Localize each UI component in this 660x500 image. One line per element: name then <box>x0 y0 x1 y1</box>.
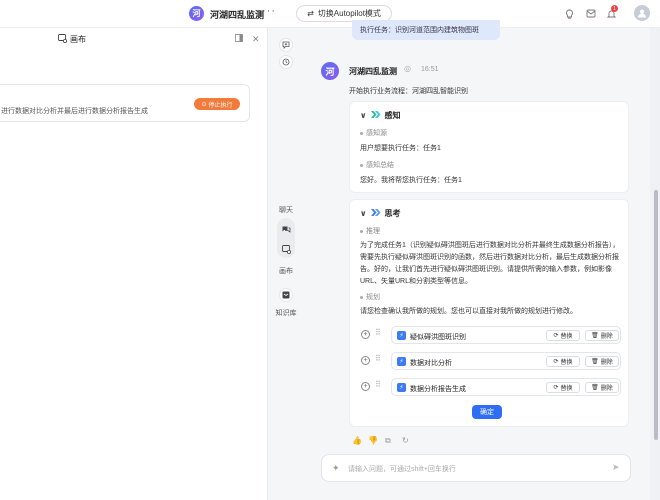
bot-status-icon: ◎ <box>404 64 411 73</box>
side-rail <box>268 28 304 500</box>
canvas-panel-header: 画布 ✕ <box>0 28 268 50</box>
canvas-title-label: 画布 <box>70 35 86 44</box>
thumbs-up-icon[interactable]: 👍 <box>352 436 362 445</box>
plan-label: 规划 <box>360 292 380 302</box>
reasoning-text: 为了完成任务1（识别疑似碍洪图斑后进行数据对比分析并最终生成数据分析报告），需要… <box>360 242 620 285</box>
plan-item-name: 疑似碍洪图斑识别 <box>410 334 466 341</box>
plan-text: 请您检查确认我所做的规划。您也可以直接对我所做的规划进行修改。 <box>360 308 577 315</box>
add-step-icon[interactable]: + <box>361 356 370 365</box>
history-icon[interactable] <box>279 55 293 69</box>
previous-user-message: 执行任务：识别河道范围内建筑物图斑 <box>352 20 500 40</box>
reasoning-label: 推理 <box>360 226 380 236</box>
bullet-dot <box>360 229 363 233</box>
replace-icon: ⟳ <box>553 359 559 365</box>
function-icon: ⚡ <box>397 331 406 340</box>
trash-icon: 🗑 <box>591 359 599 365</box>
stop-label: 停止执行 <box>208 102 233 109</box>
close-icon[interactable]: ✕ <box>252 34 260 45</box>
delete-button[interactable]: 🗑 删除 <box>585 330 619 341</box>
plan-item-box: ⚡ 疑似碍洪图斑识别 ⟳ 替换 🗑 删除 <box>391 326 621 344</box>
plan-item-box: ⚡ 数据对比分析 ⟳ 替换 🗑 删除 <box>391 352 621 370</box>
rail-kb-label[interactable]: 知识库 <box>271 308 301 318</box>
add-step-icon[interactable]: + <box>361 382 370 391</box>
thinking-header[interactable]: ∨ 思考 <box>360 208 401 219</box>
delete-button[interactable]: 🗑 删除 <box>585 356 619 367</box>
plan-item: + ⠿ ⚡ 数据分析报告生成 ⟳ 替换 🗑 删除 <box>358 378 628 396</box>
plan-item: + ⠿ ⚡ 数据对比分析 ⟳ 替换 🗑 删除 <box>358 352 628 370</box>
bullet-dot <box>360 295 363 299</box>
plan-item-box: ⚡ 数据分析报告生成 ⟳ 替换 🗑 删除 <box>391 378 621 396</box>
rail-canvas-label[interactable]: 画布 <box>271 266 301 276</box>
task-text: 进行数据对比分析并最后进行数据分析报告生成 <box>1 108 148 115</box>
message-time: 16:51 <box>421 66 439 73</box>
replace-icon: ⟳ <box>553 385 559 391</box>
notification-badge: 1 <box>611 5 618 12</box>
bullet-dot <box>360 131 363 135</box>
app-logo: 河 <box>189 6 204 21</box>
app-title: 河湖四乱监测 <box>210 10 265 20</box>
task-card: 进行数据对比分析并最后进行数据分析报告生成 ⊙ 停止执行 <box>0 84 250 122</box>
split-view-icon[interactable] <box>235 34 243 44</box>
plan-item-name: 数据分析报告生成 <box>410 386 466 393</box>
perception-title: 感知 <box>384 111 401 120</box>
switch-icon: ⇄ <box>307 9 314 18</box>
chevron-down-icon[interactable]: ∨ <box>360 209 367 218</box>
confirm-button[interactable]: 确定 <box>472 405 502 419</box>
perception-header[interactable]: ∨ 感知 <box>360 110 401 121</box>
add-step-icon[interactable]: + <box>361 330 370 339</box>
bot-name: 河湖四乱监测 <box>349 67 397 76</box>
bullet-dot <box>360 163 363 167</box>
canvas-panel: 画布 ✕ 进行数据对比分析并最后进行数据分析报告生成 ⊙ 停止执行 <box>0 28 268 500</box>
chat-icon[interactable] <box>281 225 291 235</box>
stop-execution-button[interactable]: ⊙ 停止执行 <box>194 98 240 110</box>
message-icon[interactable] <box>585 8 596 19</box>
lightbulb-icon[interactable] <box>564 8 575 19</box>
canvas-title: 画布 <box>58 34 86 45</box>
replace-icon: ⟳ <box>553 333 559 339</box>
perception-source-text: 用户想要执行任务：任务1 <box>360 145 441 152</box>
scrollbar-thumb[interactable] <box>654 190 658 440</box>
canvas-icon <box>58 34 68 45</box>
switch-autopilot-label: 切换Autopilot模式 <box>317 9 381 18</box>
more-options-button[interactable]: ··· <box>262 5 276 17</box>
regenerate-icon[interactable]: ↻ <box>402 436 409 445</box>
stop-icon: ⊙ <box>201 101 207 108</box>
bot-avatar: 河 <box>321 62 339 80</box>
replace-button[interactable]: ⟳ 替换 <box>546 356 580 367</box>
chevron-down-icon[interactable]: ∨ <box>360 111 367 120</box>
rail-chat-label[interactable]: 聊天 <box>271 205 301 215</box>
chat-input[interactable] <box>348 461 603 477</box>
send-icon[interactable]: ➤ <box>612 462 620 473</box>
perception-icon <box>370 110 381 121</box>
thinking-icon <box>370 208 381 219</box>
perception-summary-text: 您好。我将帮您执行任务：任务1 <box>360 177 462 184</box>
drag-handle-icon[interactable]: ⠿ <box>375 380 381 389</box>
new-chat-icon[interactable] <box>279 38 293 52</box>
user-avatar[interactable] <box>634 5 650 21</box>
trash-icon: 🗑 <box>591 385 599 391</box>
function-icon: ⚡ <box>397 383 406 392</box>
top-bar: 河 河湖四乱监测 ··· ⇄ 切换Autopilot模式 1 <box>0 0 660 28</box>
function-icon: ⚡ <box>397 357 406 366</box>
plan-item-name: 数据对比分析 <box>410 360 452 367</box>
replace-button[interactable]: ⟳ 替换 <box>546 330 580 341</box>
perception-card: ∨ 感知 感知源 用户想要执行任务：任务1 感知总结 您好。我将帮您执行任务：任… <box>349 101 629 193</box>
thinking-title: 思考 <box>384 209 401 218</box>
thumbs-down-icon[interactable]: 👎 <box>368 436 378 445</box>
knowledge-base-icon[interactable] <box>279 288 293 302</box>
flow-start-text: 开始执行业务流程：河湖四乱智能识别 <box>349 88 468 95</box>
plan-item: + ⠿ ⚡ 疑似碍洪图斑识别 ⟳ 替换 🗑 删除 <box>358 326 628 344</box>
replace-button[interactable]: ⟳ 替换 <box>546 382 580 393</box>
trash-icon: 🗑 <box>591 333 599 339</box>
sparkle-icon: ✦ <box>332 463 340 473</box>
copy-icon[interactable]: ⧉ <box>385 436 391 446</box>
drag-handle-icon[interactable]: ⠿ <box>375 328 381 337</box>
canvas-rail-icon[interactable] <box>281 244 291 254</box>
perception-summary-label: 感知总结 <box>360 160 394 170</box>
perception-source-label: 感知源 <box>360 128 387 138</box>
drag-handle-icon[interactable]: ⠿ <box>375 354 381 363</box>
chat-composer: ✦ ➤ <box>321 454 631 482</box>
delete-button[interactable]: 🗑 删除 <box>585 382 619 393</box>
thinking-card: ∨ 思考 推理 为了完成任务1（识别疑似碍洪图斑后进行数据对比分析并最终生成数据… <box>349 199 629 427</box>
